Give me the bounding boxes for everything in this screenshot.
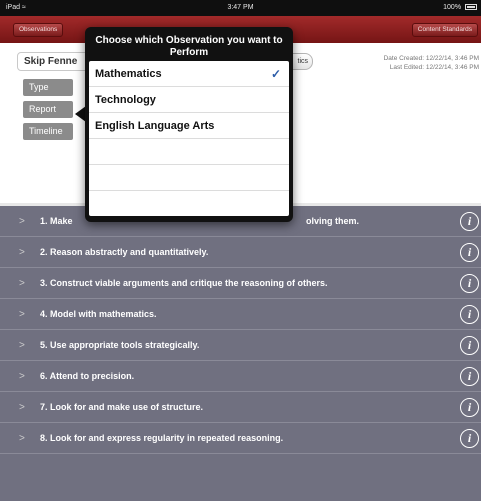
option-mathematics[interactable]: Mathematics ✓	[89, 61, 289, 87]
empty-row	[89, 191, 289, 216]
info-icon[interactable]: i	[460, 429, 479, 448]
standard-text: 6. Attend to precision.	[40, 371, 135, 381]
type-button[interactable]: Type	[23, 79, 73, 96]
report-button[interactable]: Report	[23, 101, 73, 118]
checkmark-icon: ✓	[270, 67, 281, 81]
chevron-right-icon: >	[19, 402, 25, 413]
standard-text: 5. Use appropriate tools strategically.	[40, 340, 200, 350]
standard-text-part: olving them.	[306, 216, 360, 226]
info-icon[interactable]: i	[460, 212, 479, 231]
empty-row	[89, 165, 289, 191]
empty-row	[89, 139, 289, 165]
info-icon[interactable]: i	[460, 367, 479, 386]
standard-row[interactable]: > 6. Attend to precision. i	[0, 361, 481, 392]
standard-row[interactable]: > 2. Reason abstractly and quantitativel…	[0, 237, 481, 268]
date-created: Date Created: 12/22/14, 3:46 PM	[383, 55, 479, 62]
last-edited: Last Edited: 12/22/14, 3:46 PM	[389, 64, 479, 71]
observation-options: Mathematics ✓ Technology English Languag…	[89, 61, 289, 216]
option-label: Technology	[95, 94, 156, 106]
popover-title: Choose which Observation you want to Per…	[95, 35, 283, 58]
option-english-language-arts[interactable]: English Language Arts	[89, 113, 289, 139]
content-standards-button[interactable]: Content Standards	[411, 23, 478, 37]
standard-text: 2. Reason abstractly and quantitatively.	[40, 247, 209, 257]
info-icon[interactable]: i	[460, 336, 479, 355]
observations-button[interactable]: Observations	[13, 23, 64, 37]
chevron-right-icon: >	[19, 216, 25, 227]
chevron-right-icon: >	[19, 433, 25, 444]
chevron-right-icon: >	[19, 340, 25, 351]
info-icon[interactable]: i	[460, 274, 479, 293]
standards-list: > 1. Make olving them. i > 2. Reason abs…	[0, 206, 481, 501]
chevron-right-icon: >	[19, 278, 25, 289]
option-label: English Language Arts	[95, 120, 215, 132]
chevron-right-icon: >	[19, 309, 25, 320]
chevron-right-icon: >	[19, 247, 25, 258]
status-bar: iPad ≈ 3:47 PM 100%	[0, 0, 481, 16]
standard-text-part: 1. Make	[40, 216, 73, 226]
standard-text: 3. Construct viable arguments and critiq…	[40, 278, 328, 288]
standard-row[interactable]: > 3. Construct viable arguments and crit…	[0, 268, 481, 299]
standard-text: 4. Model with mathematics.	[40, 309, 157, 319]
chevron-right-icon: >	[19, 371, 25, 382]
standard-row[interactable]: > 7. Look for and make use of structure.…	[0, 392, 481, 423]
info-icon[interactable]: i	[460, 243, 479, 262]
observation-type-popover: Choose which Observation you want to Per…	[85, 27, 293, 222]
standard-text: 7. Look for and make use of structure.	[40, 402, 204, 412]
standard-row[interactable]: > 5. Use appropriate tools strategically…	[0, 330, 481, 361]
standard-text: 8. Look for and express regularity in re…	[40, 433, 284, 443]
option-label: Mathematics	[95, 68, 162, 80]
battery-icon	[465, 4, 477, 10]
timeline-button[interactable]: Timeline	[23, 123, 73, 140]
date-info: Date Created: 12/22/14, 3:46 PM Last Edi…	[384, 54, 479, 72]
standard-row[interactable]: > 4. Model with mathematics. i	[0, 299, 481, 330]
battery-percent: 100%	[443, 4, 462, 11]
standard-row[interactable]: > 8. Look for and express regularity in …	[0, 423, 481, 454]
info-icon[interactable]: i	[460, 305, 479, 324]
option-technology[interactable]: Technology	[89, 87, 289, 113]
info-icon[interactable]: i	[460, 398, 479, 417]
clock: 3:47 PM	[227, 4, 254, 11]
